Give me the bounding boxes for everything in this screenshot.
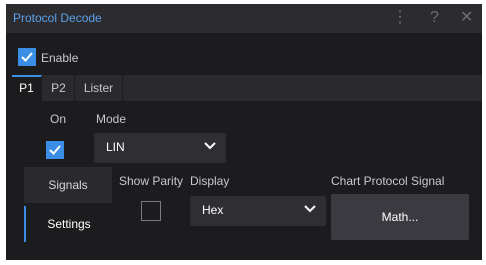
- display-dropdown[interactable]: Hex: [190, 196, 326, 226]
- close-icon[interactable]: ✕: [460, 8, 473, 28]
- tab-p2[interactable]: P2: [43, 75, 75, 101]
- mode-value: LIN: [106, 140, 125, 154]
- kebab-menu-icon[interactable]: ⋮: [392, 8, 408, 28]
- side-tab-signals[interactable]: Signals: [24, 167, 112, 203]
- chart-protocol-signal-label: Chart Protocol Signal: [331, 174, 445, 188]
- mode-label: Mode: [96, 112, 127, 126]
- protocol-decode-dialog: Protocol Decode ⋮ ? ✕ Enable P1 P2 Liste…: [6, 4, 482, 260]
- mode-dropdown[interactable]: LIN: [94, 133, 226, 163]
- on-checkbox[interactable]: [46, 141, 64, 159]
- tab-bar: P1 P2 Lister: [12, 75, 482, 101]
- display-label: Display: [190, 174, 230, 188]
- on-label: On: [50, 112, 67, 126]
- enable-check-icon[interactable]: [18, 48, 36, 66]
- chevron-down-icon: [304, 205, 316, 213]
- enable-label: Enable: [41, 51, 79, 65]
- show-parity-checkbox[interactable]: [141, 201, 161, 221]
- chevron-down-icon: [204, 142, 216, 150]
- tab-p1[interactable]: P1: [12, 75, 42, 101]
- display-value: Hex: [202, 203, 224, 217]
- help-icon[interactable]: ?: [430, 8, 439, 28]
- show-parity-label: Show Parity: [119, 174, 184, 188]
- dialog-title: Protocol Decode: [13, 11, 102, 25]
- tab-lister[interactable]: Lister: [75, 75, 123, 101]
- math-button[interactable]: Math...: [331, 194, 469, 240]
- title-bar[interactable]: Protocol Decode ⋮ ? ✕: [6, 4, 482, 33]
- side-tab-settings[interactable]: Settings: [24, 206, 112, 242]
